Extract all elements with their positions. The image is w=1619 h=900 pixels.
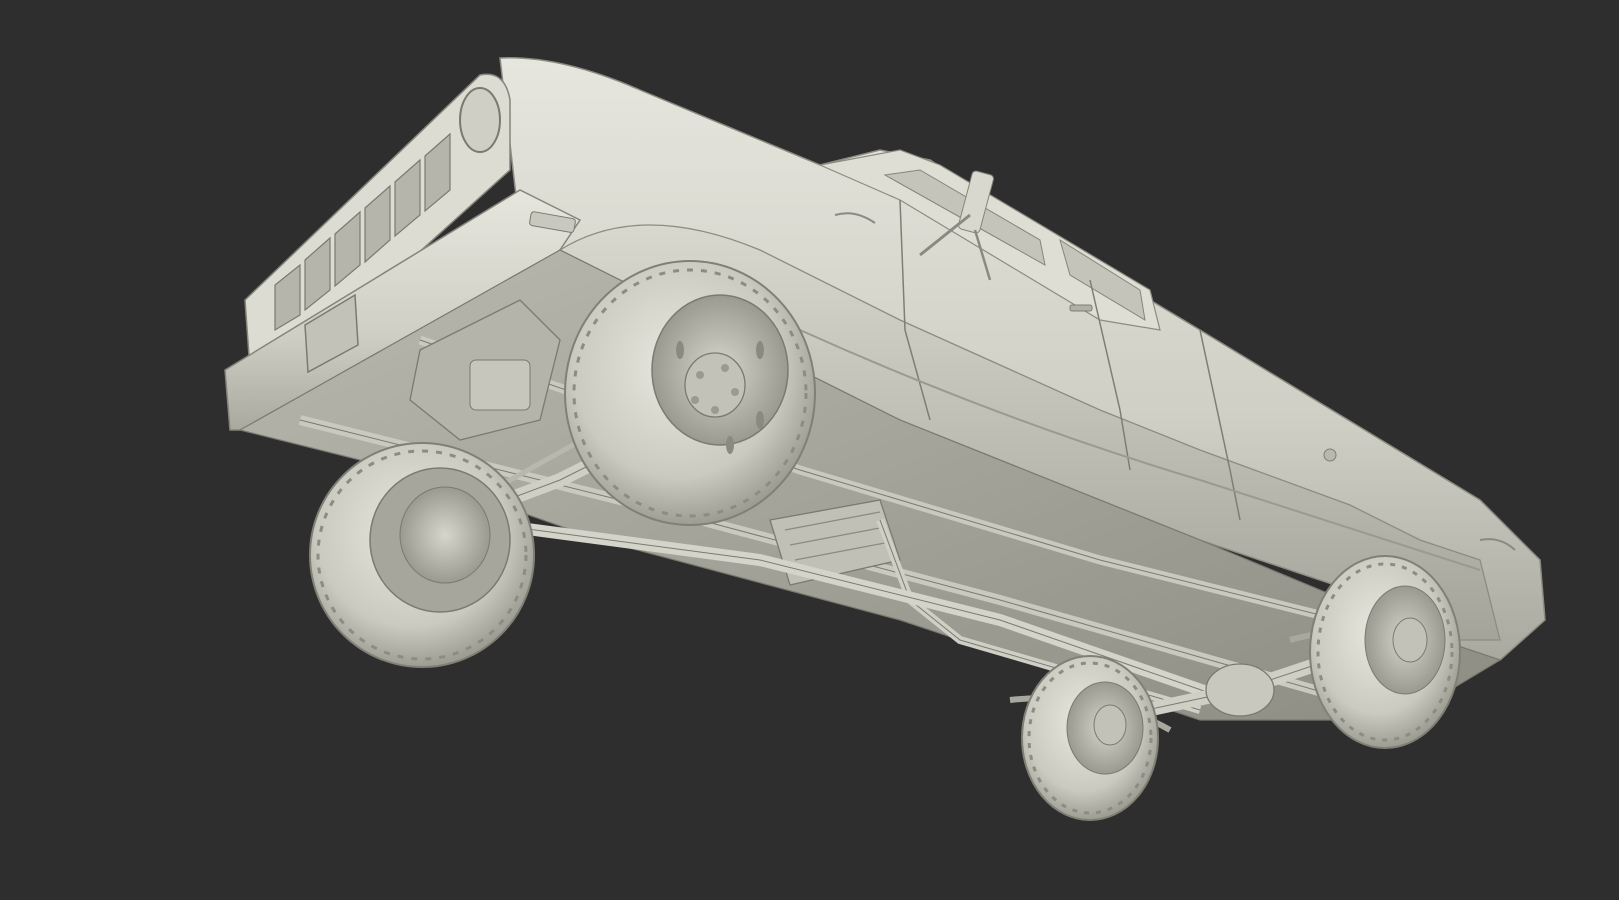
front-right-wheel [564,260,816,526]
rear-left-wheel [1021,655,1159,821]
rear-right-wheel [1309,555,1461,749]
front-left-wheel [309,442,535,668]
truck-render [224,57,1546,821]
3d-viewport[interactable]: pickup-truck-model low-angle-underside [0,0,1619,900]
